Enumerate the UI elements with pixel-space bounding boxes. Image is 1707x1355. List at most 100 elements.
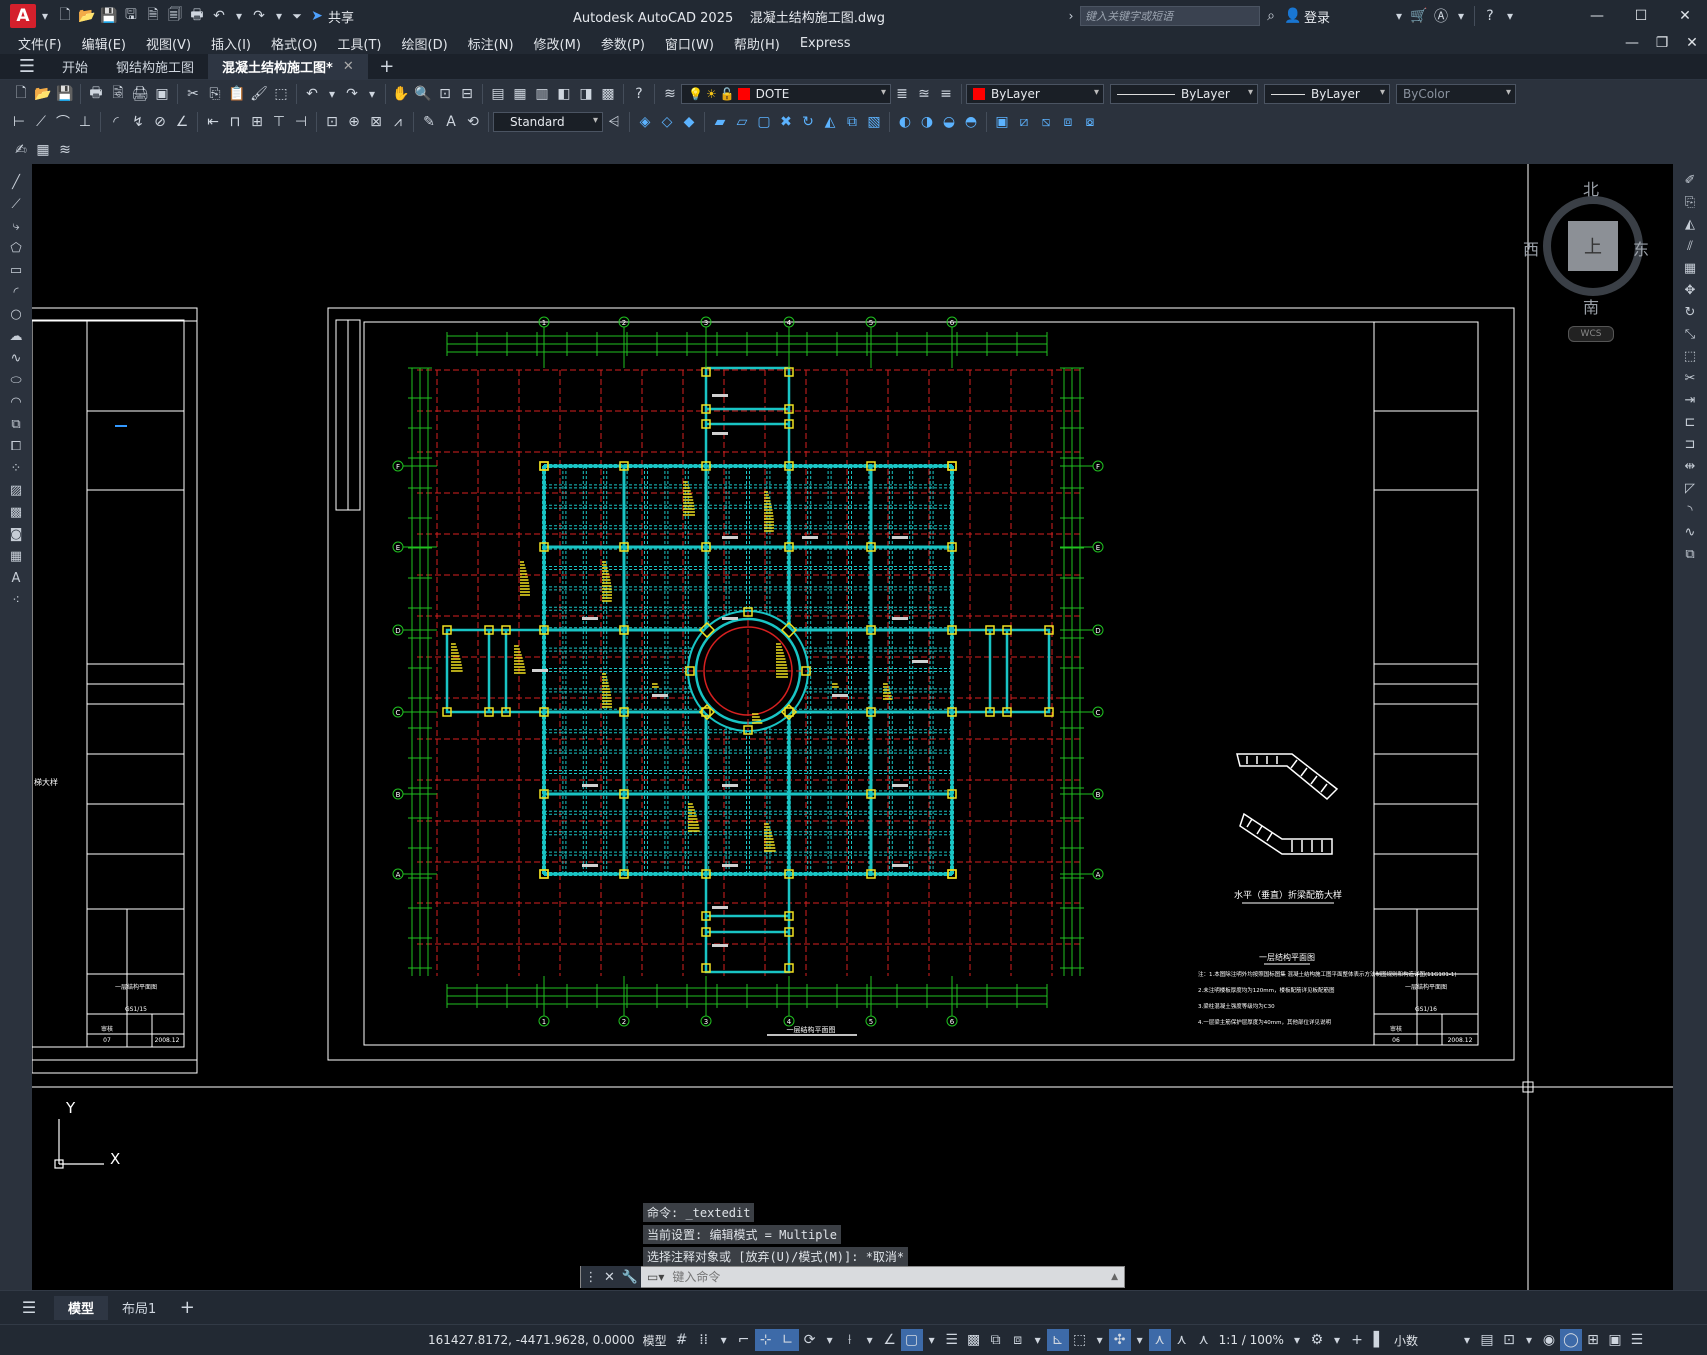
gradient-icon[interactable]: ▩ xyxy=(4,502,28,522)
command-prompt-icon[interactable]: ▭▾ xyxy=(641,1270,670,1284)
plotstyle-dropdown[interactable]: ByColor ▾ xyxy=(1396,84,1516,104)
filter-dropdown-icon[interactable]: ▾ xyxy=(1091,1329,1109,1351)
gizmo-dropdown-icon[interactable]: ▾ xyxy=(1131,1329,1149,1351)
block-editor-icon[interactable]: ⬚ xyxy=(270,83,292,105)
menu-parametric[interactable]: 参数(P) xyxy=(591,34,655,53)
status-menu-icon[interactable]: ☰ xyxy=(1626,1329,1648,1351)
linear-dim-icon[interactable]: ⊢ xyxy=(8,111,30,133)
search-icon[interactable]: ⌕ xyxy=(1260,5,1282,27)
save-icon[interactable]: 💾 xyxy=(54,83,76,105)
markup-icon[interactable]: ◨ xyxy=(575,83,597,105)
doc-minimize-icon[interactable]: — xyxy=(1617,35,1647,51)
tab-steel-structure[interactable]: 钢结构施工图 xyxy=(102,54,208,80)
join-icon[interactable]: ⇹ xyxy=(1678,456,1702,476)
menu-file[interactable]: 文件(F) xyxy=(8,34,72,53)
infer-constraints-icon[interactable]: ⌐ xyxy=(733,1329,755,1351)
user-icon[interactable]: 👤 xyxy=(1282,5,1304,27)
check-icon[interactable]: ▣ xyxy=(991,111,1013,133)
copy-faces-icon[interactable]: ⧉ xyxy=(841,111,863,133)
layer-walk-icon[interactable]: ≋ xyxy=(54,139,76,161)
3d-osnap-icon[interactable]: ⧈ xyxy=(1007,1329,1029,1351)
jogged-dim-icon[interactable]: ↯ xyxy=(127,111,149,133)
properties-icon[interactable]: ▤ xyxy=(487,83,509,105)
extrude-faces-icon[interactable]: ▰ xyxy=(709,111,731,133)
customization-icon[interactable]: ▣ xyxy=(1604,1329,1626,1351)
new-file-icon[interactable]: 🗋 xyxy=(54,5,76,27)
menu-window[interactable]: 窗口(W) xyxy=(655,34,724,53)
blend-curves-icon[interactable]: ∿ xyxy=(1678,522,1702,542)
redo-icon[interactable]: ↷ xyxy=(341,83,363,105)
autocad-logo[interactable]: A xyxy=(10,4,36,28)
erase-icon[interactable]: ✐ xyxy=(1678,170,1702,190)
menu-insert[interactable]: 插入(I) xyxy=(201,34,261,53)
revcloud-icon[interactable]: ☁ xyxy=(4,326,28,346)
imprint-icon[interactable]: ◐ xyxy=(894,111,916,133)
sheet-set-icon[interactable]: ◧ xyxy=(553,83,575,105)
rotate-icon[interactable]: ↻ xyxy=(1678,302,1702,322)
polygon-icon[interactable]: ⬠ xyxy=(4,238,28,258)
break-at-point-icon[interactable]: ⊏ xyxy=(1678,412,1702,432)
viewcube-top-face[interactable]: 上 xyxy=(1568,221,1618,271)
command-grip-icon[interactable]: ⋮ xyxy=(584,1270,597,1285)
quick-dim-icon[interactable]: ⇤ xyxy=(202,111,224,133)
union-icon[interactable]: ◈ xyxy=(634,111,656,133)
zoom-previous-icon[interactable]: ⊟ xyxy=(456,83,478,105)
menu-format[interactable]: 格式(O) xyxy=(261,34,327,53)
dim-style-manager-icon[interactable]: ⩤ xyxy=(603,111,625,133)
taper-faces-icon[interactable]: ◭ xyxy=(819,111,841,133)
clean-icon[interactable]: ◑ xyxy=(916,111,938,133)
isodraft-dropdown-icon[interactable]: ▾ xyxy=(861,1329,879,1351)
transparency-icon[interactable]: ▩ xyxy=(963,1329,985,1351)
cart-icon[interactable]: 🛒 xyxy=(1408,5,1430,27)
chamfer-icon[interactable]: ◸ xyxy=(1678,478,1702,498)
object-snap-icon[interactable]: ▢ xyxy=(900,1329,923,1351)
gizmo-icon[interactable]: ✣ xyxy=(1108,1329,1131,1351)
open-icon[interactable]: 📂 xyxy=(32,83,54,105)
lineweight-dropdown[interactable]: ByLayer ▾ xyxy=(1264,84,1390,104)
layout-menu-icon[interactable]: ☰ xyxy=(18,1297,40,1319)
calculator-icon[interactable]: ▩ xyxy=(597,83,619,105)
aligned-dim-icon[interactable]: ⟋ xyxy=(30,111,52,133)
open-folder-icon[interactable]: 📂 xyxy=(76,5,98,27)
units-icon[interactable]: ▌ xyxy=(1368,1329,1390,1351)
app-dropdown-icon[interactable]: ▾ xyxy=(1452,5,1470,27)
grid-icon[interactable]: # xyxy=(671,1329,693,1351)
spline-icon[interactable]: ∿ xyxy=(4,348,28,368)
insert-block-icon[interactable]: ⧉ xyxy=(4,414,28,434)
solidedit-icon[interactable]: ⧇ xyxy=(1079,111,1101,133)
menu-draw[interactable]: 绘图(D) xyxy=(392,34,458,53)
tab-concrete-structure[interactable]: 混凝土结构施工图* ✕ xyxy=(208,53,368,80)
polar-dropdown-icon[interactable]: ▾ xyxy=(821,1329,839,1351)
workspace-dropdown-icon[interactable]: ▾ xyxy=(1328,1329,1346,1351)
snap-mode-icon[interactable]: ⁞⁞ xyxy=(693,1329,715,1351)
design-center-icon[interactable]: ▦ xyxy=(509,83,531,105)
command-history-toggle-icon[interactable]: ▲ xyxy=(1105,1272,1124,1282)
paste-icon[interactable]: 📋 xyxy=(226,83,248,105)
make-block-icon[interactable]: ⧠ xyxy=(4,436,28,456)
lock-ui-icon[interactable]: ⊡ xyxy=(1498,1329,1520,1351)
viewcube-west[interactable]: 西 xyxy=(1523,236,1539,260)
ellipse-icon[interactable]: ⬭ xyxy=(4,370,28,390)
clean-screen-icon[interactable]: ⊞ xyxy=(1582,1329,1604,1351)
copy-icon[interactable]: ⎘ xyxy=(1678,192,1702,212)
save-as-icon[interactable]: 🖫 xyxy=(120,5,142,27)
save-to-web-icon[interactable]: 🗐 xyxy=(164,5,186,27)
menu-edit[interactable]: 编辑(E) xyxy=(72,34,136,53)
extend-icon[interactable]: ⇥ xyxy=(1678,390,1702,410)
chevron-down-icon[interactable]: ▾ xyxy=(36,5,54,27)
add-selected-icon[interactable]: ⁖ xyxy=(4,590,28,610)
layer-properties-icon[interactable]: ≋ xyxy=(659,83,681,105)
inspect-icon[interactable]: ⊠ xyxy=(365,111,387,133)
viewcube-east[interactable]: 东 xyxy=(1633,236,1649,260)
offset-icon[interactable]: ⫽ xyxy=(1678,236,1702,256)
quick-properties-icon[interactable]: ▤ xyxy=(1476,1329,1498,1351)
plot-icon[interactable]: 🖶 xyxy=(85,83,107,105)
workspace-gear-icon[interactable]: ⚙ xyxy=(1306,1329,1328,1351)
object-snap-tracking-icon[interactable]: ∠ xyxy=(879,1329,901,1351)
diameter-dim-icon[interactable]: ⊘ xyxy=(149,111,171,133)
mtext-icon[interactable]: A xyxy=(4,568,28,588)
break-icon[interactable]: ⊐ xyxy=(1678,434,1702,454)
doc-close-icon[interactable]: ✕ xyxy=(1677,35,1707,51)
3d-osnap-dropdown-icon[interactable]: ▾ xyxy=(1029,1329,1047,1351)
point-icon[interactable]: ⁘ xyxy=(4,458,28,478)
